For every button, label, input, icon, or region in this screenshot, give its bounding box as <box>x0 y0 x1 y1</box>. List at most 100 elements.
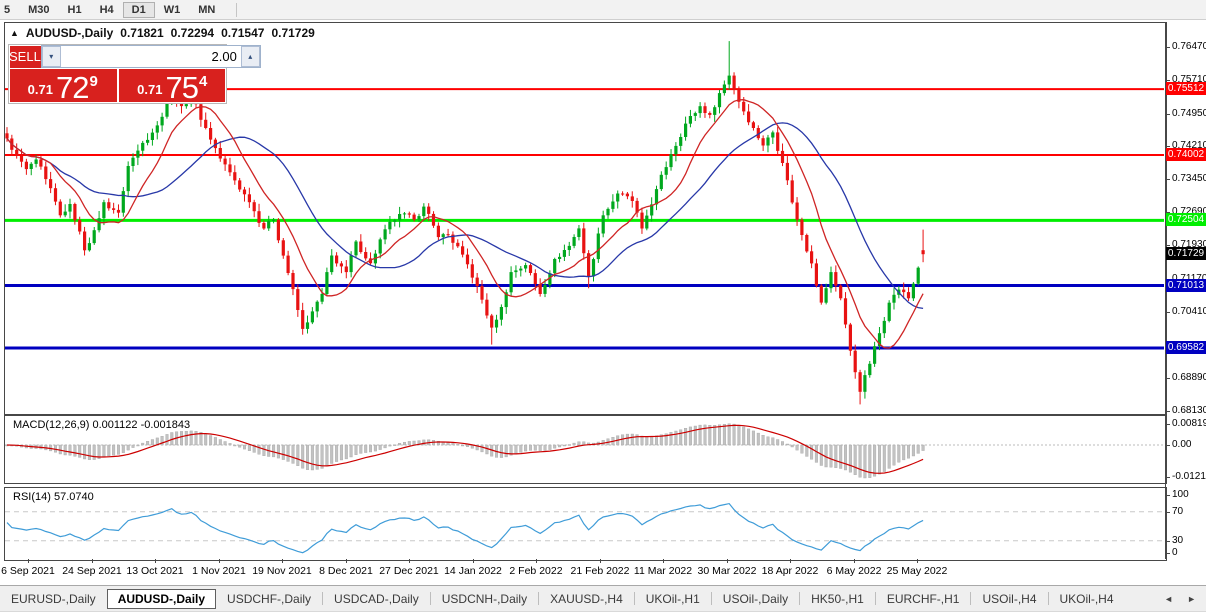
bid-pip-digit: 9 <box>89 73 98 90</box>
chart-tab-eurusd[interactable]: EURUSD-,Daily <box>0 589 107 609</box>
level-price-badge: 0.69582 <box>1166 341 1206 354</box>
timeframe-button-w1[interactable]: W1 <box>155 2 190 18</box>
ohlc-low: 0.71547 <box>221 26 265 40</box>
chart-tab-ukoil[interactable]: UKOil-,H1 <box>635 589 711 609</box>
price-axis-label-tick <box>1165 411 1170 412</box>
chart-tab-usdcad[interactable]: USDCAD-,Daily <box>323 589 430 609</box>
rsi-line <box>6 502 924 554</box>
chart-tab-usoil[interactable]: USOil-,Daily <box>712 589 799 609</box>
timeframe-button-m30[interactable]: M30 <box>19 2 58 18</box>
rsi-axis-label: 70 <box>1172 506 1184 517</box>
ohlc-open: 0.71821 <box>120 26 164 40</box>
date-tick <box>536 559 537 563</box>
timeframe-button-d1[interactable]: D1 <box>122 1 155 18</box>
price-axis-label-tick <box>1165 146 1170 147</box>
price-axis-label: 0.70410 <box>1172 306 1206 317</box>
price-axis-label-tick <box>1165 312 1170 313</box>
volume-spinner: ▾ ▴ <box>40 45 261 68</box>
level-price-badge: 0.72504 <box>1166 213 1206 226</box>
price-axis-label-tick <box>1165 245 1170 246</box>
date-tick <box>790 559 791 563</box>
chart-tab-xauusd[interactable]: XAUUSD-,H4 <box>539 589 634 609</box>
rsi-axis-label-tick <box>1165 495 1170 496</box>
chart-tab-bar: EURUSD-,Daily AUDUSD-,Daily USDCHF-,Daily U… <box>0 585 1206 611</box>
collapse-panel-icon[interactable]: ▲ <box>10 28 19 38</box>
price-axis-label: 0.68130 <box>1172 405 1206 416</box>
date-tick <box>473 559 474 563</box>
level-price-badge: 0.71013 <box>1166 279 1206 292</box>
toolbar-divider <box>236 2 238 17</box>
volume-increase-button[interactable]: ▴ <box>240 46 260 67</box>
chart-tab-audusd[interactable]: AUDUSD-,Daily <box>106 588 217 609</box>
macd-signal-line <box>6 424 924 474</box>
rsi-label: RSI(14) 57.0740 <box>13 491 94 503</box>
price-axis-label-tick <box>1165 80 1170 81</box>
date-tick <box>92 559 93 563</box>
ask-big-digits: 75 <box>165 70 198 105</box>
mt4-window: 5 M30 H1 H4 D1 W1 MN ▲ AUDUSD-,Daily 0.71821 0… <box>0 0 1206 612</box>
price-axis-label-tick <box>1165 179 1170 180</box>
one-click-trading-widget: SELL ▾ ▴ BUY 0.71729 0.71754 <box>8 44 288 104</box>
date-tick <box>346 559 347 563</box>
tab-scroll-left-icon[interactable]: ◄ <box>1164 594 1173 604</box>
rsi-axis-label: 0 <box>1172 547 1178 558</box>
macd-axis-label: -0.01212 <box>1172 471 1206 482</box>
rsi-axis-label: 30 <box>1172 535 1184 546</box>
sell-price-tile[interactable]: 0.71 72 9 <box>9 69 117 103</box>
ma-fast-line <box>6 99 924 349</box>
date-tick <box>219 559 220 563</box>
macd-axis-label-tick <box>1165 477 1170 478</box>
timeframe-button-h1[interactable]: H1 <box>59 2 91 18</box>
macd-label: MACD(12,26,9) 0.001122 -0.001843 <box>13 419 191 431</box>
date-tick <box>282 559 283 563</box>
date-tick <box>854 559 855 563</box>
level-price-badge: 0.75512 <box>1166 82 1206 95</box>
volume-input[interactable] <box>60 46 241 67</box>
macd-histogram <box>5 423 925 479</box>
rsi-canvas[interactable] <box>4 487 1165 559</box>
price-axis-label-tick <box>1165 114 1170 115</box>
ma-slow-line <box>6 122 924 310</box>
price-axis-label-tick <box>1165 378 1170 379</box>
chart-tab-hk50[interactable]: HK50-,H1 <box>800 589 875 609</box>
macd-axis-label-tick <box>1165 445 1170 446</box>
buy-button[interactable]: BUY <box>261 45 288 68</box>
bid-big-digits: 72 <box>55 70 89 105</box>
triangle-down-icon: ▾ <box>49 52 54 61</box>
chart-tab-usdcnh[interactable]: USDCNH-,Daily <box>431 589 538 609</box>
price-axis-label: 0.68890 <box>1172 372 1206 383</box>
triangle-up-icon: ▴ <box>248 52 253 61</box>
price-axis-label: 0.74950 <box>1172 108 1206 119</box>
current-price-badge: 0.71729 <box>1166 247 1206 260</box>
tab-scroll-right-icon[interactable]: ► <box>1187 594 1196 604</box>
chart-tab-ukoil[interactable]: UKOil-,H4 <box>1049 589 1125 609</box>
macd-axis-label: 0.00 <box>1172 439 1192 450</box>
date-tick <box>600 559 601 563</box>
chart-tab-usdchf[interactable]: USDCHF-,Daily <box>216 589 322 609</box>
chart-tab-usoil[interactable]: USOil-,H4 <box>971 589 1047 609</box>
buy-price-tile[interactable]: 0.71 75 4 <box>119 69 227 103</box>
date-label[interactable]: 25 May 2022 <box>872 565 962 577</box>
sell-button[interactable]: SELL <box>9 45 41 68</box>
bid-prefix: 0.71 <box>27 82 53 97</box>
level-price-badge: 0.74002 <box>1166 148 1206 161</box>
timeframe-button-mn[interactable]: MN <box>189 2 224 18</box>
rsi-axis-label: 100 <box>1172 489 1189 500</box>
rsi-axis-label-tick <box>1165 541 1170 542</box>
volume-decrease-button[interactable]: ▾ <box>41 46 61 67</box>
date-tick <box>663 559 664 563</box>
price-axis-label: 0.76470 <box>1172 41 1206 52</box>
timeframe-button-h4[interactable]: H4 <box>91 2 123 18</box>
rsi-axis-label-tick <box>1165 512 1170 513</box>
date-tick <box>409 559 410 563</box>
macd-axis-label: 0.008197 <box>1172 418 1206 429</box>
ohlc-close: 0.71729 <box>271 26 315 40</box>
price-axis-label: 0.73450 <box>1172 173 1206 184</box>
tab-scroll-arrows: ◄ ► <box>1164 594 1206 604</box>
timeframe-button-5[interactable]: 5 <box>0 2 19 18</box>
macd-axis-label-tick <box>1165 424 1170 425</box>
date-tick <box>917 559 918 563</box>
date-tick <box>155 559 156 563</box>
chart-title: ▲ AUDUSD-,Daily 0.71821 0.72294 0.71547 … <box>10 26 315 40</box>
chart-tab-eurchf[interactable]: EURCHF-,H1 <box>876 589 971 609</box>
